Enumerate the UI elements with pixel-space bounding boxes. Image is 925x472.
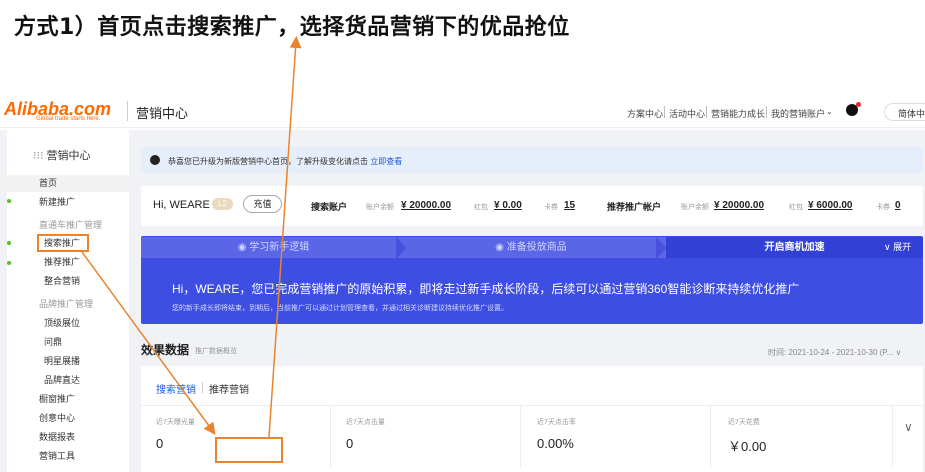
step-chevron: [396, 237, 406, 259]
sidebar-item-new-promo[interactable]: 新建推广: [0, 194, 129, 211]
metric-spend-label: 近7天花费: [728, 419, 760, 426]
growth-steps: ◉ 学习新手逻辑 ◉ 准备投放商品 开启商机加速: [141, 237, 923, 259]
recommend-redpack[interactable]: ¥ 6000.00: [808, 200, 853, 211]
sidebar-item-top-booth[interactable]: 顶级展位: [0, 315, 129, 332]
brand-divider: [127, 101, 128, 121]
logo-tagline: Global trade starts here.: [36, 116, 101, 122]
grid-icon: ⁝⁝⁝: [33, 150, 47, 162]
notice-text: 恭喜您已升级为新版营销中心首页，了解升级变化请点击 立即查看: [168, 157, 403, 166]
sidebar-item-wending[interactable]: 问鼎: [0, 334, 129, 351]
chevron-down-icon[interactable]: ⌄: [826, 107, 833, 116]
search-balance[interactable]: ¥ 20000.00: [401, 200, 451, 211]
greeting: Hi, WEARE: [153, 199, 210, 211]
nav-divider: [664, 106, 665, 118]
nav-my-account[interactable]: 我的营销账户: [771, 107, 825, 120]
metric-impressions-value: 0: [156, 436, 164, 451]
sidebar-item-creative[interactable]: 创意中心: [0, 410, 129, 427]
redpack-label: 红包: [789, 204, 803, 211]
effect-subtitle: 推广数据概览: [195, 348, 237, 355]
tab-search-marketing[interactable]: 搜索营销: [156, 381, 196, 396]
metric-clicks-label: 近7天点击量: [346, 419, 385, 426]
step-prepare: ◉ 准备投放商品: [396, 237, 666, 258]
sidebar-group-ztc: 直通车推广管理: [39, 220, 103, 230]
sidebar-item-integrated[interactable]: 整合营销: [0, 273, 129, 290]
check-circle-icon: ◉: [237, 242, 250, 253]
coupon-label: 卡券: [876, 204, 890, 211]
tab-recommend-marketing[interactable]: 推荐营销: [209, 381, 249, 396]
metric-clicks-value: 0: [346, 436, 354, 451]
metric-impressions-label: 近7天曝光量: [156, 419, 195, 426]
search-coupon[interactable]: 15: [564, 200, 575, 211]
chevron-down-icon: ∨: [895, 348, 902, 357]
recharge-button[interactable]: 充值: [243, 195, 282, 213]
metric-ctr-value: 0.00%: [537, 436, 574, 451]
step-learn: ◉ 学习新手逻辑: [141, 237, 406, 258]
step-chevron: [656, 237, 666, 259]
tab-divider: [202, 382, 203, 393]
sidebar-item-tools[interactable]: 营销工具: [0, 448, 129, 465]
sidebar-item-brand-direct[interactable]: 品牌直达: [0, 372, 129, 389]
metric-cell: [331, 405, 521, 468]
notification-dot: [856, 102, 861, 107]
recommend-account-label: 推荐推广帐户: [607, 202, 662, 212]
sidebar-item-reports[interactable]: 数据报表: [0, 429, 129, 446]
balance-label: 账户余额: [681, 204, 709, 211]
language-selector[interactable]: 简体中: [884, 103, 925, 121]
date-range-picker[interactable]: 时间: 2021-10-24 - 2021-10-30 (P... ∨: [768, 347, 901, 358]
app-title: 营销中心: [136, 106, 189, 121]
metric-spend-value: ￥0.00: [728, 439, 767, 454]
recommend-coupon[interactable]: 0: [895, 200, 901, 211]
sidebar-item-showcase[interactable]: 橱窗推广: [0, 391, 129, 408]
nav-solution-center[interactable]: 方案中心: [627, 107, 663, 120]
metric-ctr-label: 近7天点击率: [537, 419, 576, 426]
check-circle-icon: ◉: [495, 242, 507, 253]
chevron-down-icon: ∨: [884, 242, 894, 252]
coupon-label: 卡券: [544, 204, 558, 211]
sidebar-item-recommend-promo[interactable]: 推荐推广: [0, 254, 129, 271]
bell-icon: [150, 155, 160, 165]
sidebar-item-home[interactable]: 首页: [0, 175, 129, 192]
nav-divider: [706, 106, 707, 118]
nav-divider: [766, 106, 767, 118]
expand-toggle[interactable]: ∨ 展开: [884, 240, 911, 253]
nav-activity-center[interactable]: 活动中心: [669, 107, 705, 120]
banner-message: Hi，WEARE，您已完成营销推广的原始积累，即将走过新手成长阶段，后续可以通过…: [172, 282, 800, 296]
sidebar-header: ⁝⁝⁝ 营销中心: [33, 150, 91, 162]
effect-title: 效果数据: [141, 343, 190, 357]
recommend-balance[interactable]: ¥ 20000.00: [714, 200, 764, 211]
highlight-target: [215, 437, 283, 463]
sidebar-group-brand: 品牌推广管理: [39, 299, 94, 309]
view-now-link[interactable]: 立即查看: [370, 157, 402, 166]
search-redpack[interactable]: ¥ 0.00: [494, 200, 522, 211]
banner-subtext: 您的新手成长即将结束，到期后，当前推广可以通过计划管理查看，并通过相关诊断建议持…: [172, 305, 508, 312]
balance-label: 账户余额: [366, 204, 394, 211]
annotation-title: 方式1）首页点击搜索推广，选择货品营销下的优品抢位: [14, 15, 570, 40]
level-badge: L2: [212, 198, 233, 210]
search-account-label: 搜索账户: [311, 202, 348, 212]
highlight-search-promo: [37, 234, 89, 252]
nav-capability-growth[interactable]: 营销能力成长: [711, 107, 765, 120]
sidebar-item-star-show[interactable]: 明星展播: [0, 353, 129, 370]
redpack-label: 红包: [474, 204, 488, 211]
chevron-down-icon[interactable]: ∨: [904, 420, 913, 434]
